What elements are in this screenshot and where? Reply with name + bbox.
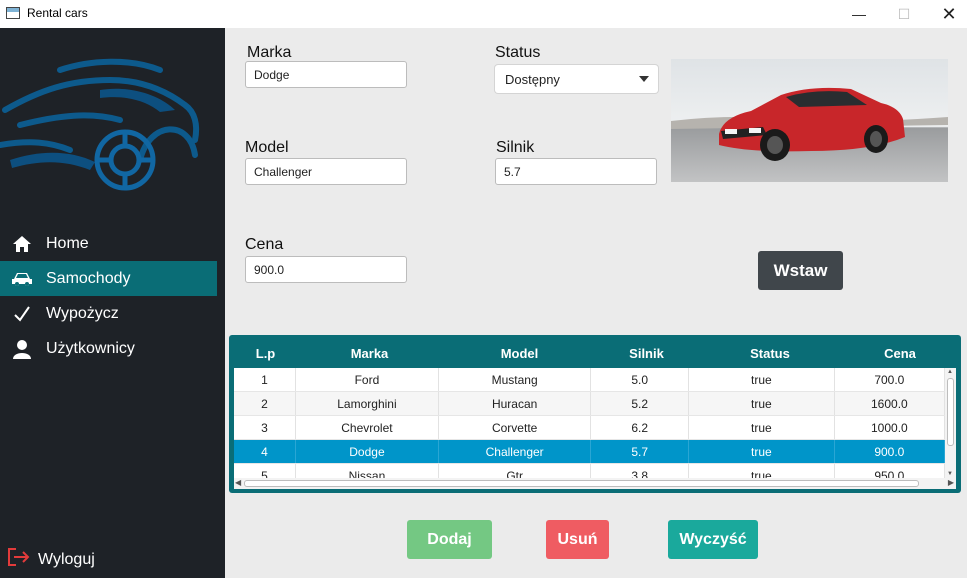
- cell-cena: 700.0: [835, 368, 945, 391]
- cell-cena: 1000.0: [835, 416, 945, 439]
- cell-status: true: [689, 416, 835, 439]
- cars-table: L.p Marka Model Silnik Status Cena 1 For…: [229, 335, 961, 493]
- cell-cena: 1600.0: [835, 392, 945, 415]
- car-photo: [671, 59, 948, 182]
- table-row[interactable]: 1 Ford Mustang 5.0 true 700.0: [234, 368, 945, 392]
- marka-label: Marka: [247, 44, 292, 61]
- cell-model: Huracan: [439, 392, 592, 415]
- cell-cena: 950.0: [835, 464, 945, 478]
- scroll-down-icon[interactable]: ▼: [947, 471, 953, 477]
- delete-button[interactable]: Usuń: [546, 520, 609, 559]
- chevron-down-icon: [639, 76, 649, 82]
- table-row[interactable]: 2 Lamorghini Huracan 5.2 true 1600.0: [234, 392, 945, 416]
- model-field[interactable]: Challenger: [245, 158, 407, 185]
- cell-lp: 1: [234, 368, 297, 391]
- scroll-right-icon[interactable]: ▶: [948, 478, 954, 487]
- sidebar-item-home[interactable]: Home: [0, 226, 217, 261]
- window-title: Rental cars: [27, 6, 88, 20]
- sidebar-item-label: Użytkownicy: [46, 339, 135, 357]
- sidebar-item-samochody[interactable]: Samochody: [0, 261, 217, 296]
- marka-field[interactable]: Dodge: [245, 61, 407, 88]
- cell-status: true: [689, 392, 835, 415]
- car-icon: [0, 271, 44, 287]
- cell-model: Challenger: [439, 440, 592, 463]
- user-icon: [0, 339, 44, 359]
- sidebar-item-label: Samochody: [46, 269, 131, 287]
- sidebar-item-uzytkownicy[interactable]: Użytkownicy: [0, 331, 217, 366]
- cell-cena: 900.0: [835, 440, 945, 463]
- car-logo-icon: [0, 58, 200, 191]
- cell-status: true: [689, 368, 835, 391]
- scroll-left-icon[interactable]: ◀: [235, 478, 241, 487]
- cell-marka: Ford: [296, 368, 439, 391]
- cell-silnik: 5.2: [591, 392, 689, 415]
- close-button[interactable]: ✕: [926, 0, 967, 28]
- cell-model: Gtr: [439, 464, 592, 478]
- cell-marka: Nissan: [296, 464, 439, 478]
- table-row[interactable]: 3 Chevrolet Corvette 6.2 true 1000.0: [234, 416, 945, 440]
- vertical-scroll-thumb[interactable]: [947, 378, 954, 446]
- home-icon: [0, 235, 44, 253]
- vertical-scrollbar[interactable]: ▲ ▼: [945, 368, 956, 478]
- minimize-button[interactable]: —: [836, 0, 882, 28]
- status-label: Status: [495, 44, 541, 61]
- cell-silnik: 6.2: [591, 416, 689, 439]
- cell-model: Corvette: [439, 416, 592, 439]
- title-bar: Rental cars — ☐ ✕: [0, 0, 967, 28]
- silnik-field[interactable]: 5.7: [495, 158, 657, 185]
- logout-button[interactable]: Wyloguj: [8, 548, 95, 571]
- cell-marka: Dodge: [296, 440, 439, 463]
- cell-silnik: 5.0: [591, 368, 689, 391]
- app-icon: [6, 7, 20, 19]
- cell-lp: 2: [234, 392, 297, 415]
- horizontal-scroll-thumb[interactable]: [244, 480, 919, 487]
- checkmark-icon: [0, 305, 44, 323]
- sidebar-item-wypozycz[interactable]: Wypożycz: [0, 296, 217, 331]
- cell-silnik: 5.7: [591, 440, 689, 463]
- column-header-lp[interactable]: L.p: [234, 339, 297, 368]
- column-header-silnik[interactable]: Silnik: [597, 339, 696, 368]
- model-label: Model: [245, 139, 289, 156]
- sidebar-item-label: Home: [46, 234, 89, 252]
- sidebar-item-label: Wypożycz: [46, 304, 119, 322]
- column-header-cena[interactable]: Cena: [844, 339, 956, 368]
- cena-label: Cena: [245, 236, 284, 253]
- sidebar: Home Samochody Wypożycz Użytkownicy Wylo…: [0, 28, 225, 578]
- cell-marka: Lamorghini: [296, 392, 439, 415]
- cell-lp: 4: [234, 440, 297, 463]
- clear-button[interactable]: Wyczyść: [668, 520, 758, 559]
- cell-model: Mustang: [439, 368, 592, 391]
- table-row-selected[interactable]: 4 Dodge Challenger 5.7 true 900.0: [234, 440, 945, 464]
- column-header-status[interactable]: Status: [696, 339, 844, 368]
- cena-field[interactable]: 900.0: [245, 256, 407, 283]
- cell-status: true: [689, 464, 835, 478]
- scroll-up-icon[interactable]: ▲: [947, 369, 953, 375]
- maximize-button[interactable]: ☐: [881, 0, 927, 28]
- cell-silnik: 3.8: [591, 464, 689, 478]
- horizontal-scrollbar[interactable]: ◀ ▶: [234, 478, 956, 489]
- table-row[interactable]: 5 Nissan Gtr 3.8 true 950.0: [234, 464, 945, 478]
- cell-marka: Chevrolet: [296, 416, 439, 439]
- column-header-marka[interactable]: Marka: [297, 339, 442, 368]
- status-select-value: Dostępny: [505, 71, 560, 87]
- logout-icon: [8, 548, 30, 571]
- status-select[interactable]: Dostępny: [495, 65, 658, 93]
- table-header: L.p Marka Model Silnik Status Cena: [234, 339, 956, 368]
- cell-lp: 5: [234, 464, 297, 478]
- table-body: 1 Ford Mustang 5.0 true 700.0 2 Lamorghi…: [234, 368, 945, 478]
- cell-lp: 3: [234, 416, 297, 439]
- cell-status: true: [689, 440, 835, 463]
- logout-label: Wyloguj: [38, 550, 95, 568]
- insert-button[interactable]: Wstaw: [758, 251, 843, 290]
- column-header-model[interactable]: Model: [442, 339, 597, 368]
- add-button[interactable]: Dodaj: [407, 520, 492, 559]
- silnik-label: Silnik: [496, 139, 535, 156]
